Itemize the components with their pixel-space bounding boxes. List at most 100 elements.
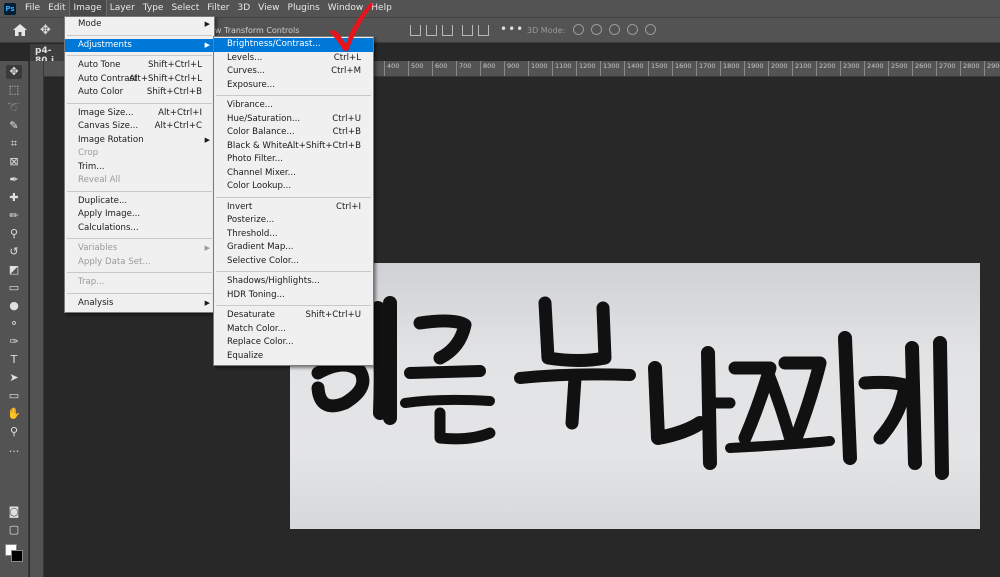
adjustments-item-levels[interactable]: Levels... Ctrl+L: [214, 52, 373, 66]
adjustments-item-desaturate[interactable]: Desaturate Shift+Ctrl+U: [214, 309, 373, 323]
ruler-tick-label: 400: [384, 61, 399, 76]
ruler-tick-label: 2500: [888, 61, 908, 76]
image-menu-item-auto-tone[interactable]: Auto Tone Shift+Ctrl+L: [65, 59, 214, 73]
adjustments-item-black-white[interactable]: Black & White... Alt+Shift+Ctrl+B: [214, 140, 373, 154]
adjustments-item-posterize[interactable]: Posterize...: [214, 214, 373, 228]
healing-brush-tool-icon[interactable]: ✚: [6, 191, 22, 205]
move-tool-icon[interactable]: ✥: [6, 65, 22, 79]
adjustments-item-selective-color[interactable]: Selective Color...: [214, 255, 373, 269]
image-menu-item-trim[interactable]: Trim...: [65, 161, 214, 175]
menu-view[interactable]: View: [254, 0, 283, 17]
clone-stamp-tool-icon[interactable]: ⚲: [6, 227, 22, 241]
dodge-tool-icon[interactable]: ⚬: [6, 317, 22, 331]
menu-item-label: Trap...: [78, 277, 105, 287]
menu-edit[interactable]: Edit: [44, 0, 69, 17]
image-menu-item-trap: Trap...: [65, 276, 214, 290]
menu-item-label: Variables: [78, 243, 118, 253]
show-transform-controls-label[interactable]: ow Transform Controls: [210, 26, 299, 35]
align-bottom-icon[interactable]: [442, 25, 453, 36]
menu-layer[interactable]: Layer: [106, 0, 139, 17]
image-menu-item-apply-data-set: Apply Data Set...: [65, 256, 214, 270]
menu-3d[interactable]: 3D: [234, 0, 255, 17]
eyedropper-tool-icon[interactable]: ✒: [6, 173, 22, 187]
menu-item-label: Image Size...: [78, 107, 134, 118]
adjustments-item-channel-mixer[interactable]: Channel Mixer...: [214, 167, 373, 181]
marquee-tool-icon[interactable]: ⬚: [6, 83, 22, 97]
menu-file[interactable]: File: [21, 0, 44, 17]
3d-scale-icon[interactable]: [645, 24, 656, 35]
menu-item-label: Channel Mixer...: [227, 167, 296, 178]
menu-select[interactable]: Select: [167, 0, 203, 17]
adjustments-item-vibrance[interactable]: Vibrance...: [214, 99, 373, 113]
image-menu-item-apply-image[interactable]: Apply Image...: [65, 208, 214, 222]
more-options-icon[interactable]: •••: [500, 22, 524, 36]
image-menu-item-duplicate[interactable]: Duplicate...: [65, 195, 214, 209]
3d-orbit-icon[interactable]: [573, 24, 584, 35]
menu-separator: [216, 271, 371, 272]
crop-tool-icon[interactable]: ⌗: [6, 137, 22, 151]
image-menu-item-adjustments[interactable]: Adjustments ▶: [65, 38, 214, 52]
type-tool-icon[interactable]: T: [6, 353, 22, 367]
align-vertical-center-icon[interactable]: [426, 25, 437, 36]
rectangle-tool-icon[interactable]: ▭: [6, 389, 22, 403]
hand-tool-icon[interactable]: ✋: [6, 407, 22, 421]
3d-roll-icon[interactable]: [591, 24, 602, 35]
canvas-image[interactable]: [290, 263, 980, 529]
image-menu-item-image-size[interactable]: Image Size... Alt+Ctrl+I: [65, 107, 214, 121]
image-menu-item-analysis[interactable]: Analysis ▶: [65, 297, 214, 311]
screen-mode-icon[interactable]: ▢: [6, 523, 22, 537]
adjustments-item-shadows-highlights[interactable]: Shadows/Highlights...: [214, 275, 373, 289]
quick-mask-icon[interactable]: ◙: [6, 505, 22, 519]
home-icon[interactable]: [12, 23, 28, 37]
3d-slide-icon[interactable]: [627, 24, 638, 35]
adjustments-item-photo-filter[interactable]: Photo Filter...: [214, 153, 373, 167]
adjustments-item-replace-color[interactable]: Replace Color...: [214, 336, 373, 350]
pen-tool-icon[interactable]: ✑: [6, 335, 22, 349]
menu-item-label: Reveal All: [78, 175, 121, 185]
image-menu-item-image-rotation[interactable]: Image Rotation ▶: [65, 134, 214, 148]
ruler-tick-label: 1500: [648, 61, 668, 76]
ruler-tick-label: 2100: [792, 61, 812, 76]
image-menu-item-reveal-all: Reveal All: [65, 174, 214, 188]
menu-type[interactable]: Type: [139, 0, 168, 17]
image-menu-item-auto-color[interactable]: Auto Color Shift+Ctrl+B: [65, 86, 214, 100]
quick-selection-tool-icon[interactable]: ✎: [6, 119, 22, 133]
path-selection-tool-icon[interactable]: ➤: [6, 371, 22, 385]
menu-image[interactable]: Image: [68, 0, 107, 18]
menu-item-shortcut: Alt+Shift+Ctrl+B: [287, 140, 361, 151]
blur-tool-icon[interactable]: ●: [6, 299, 22, 313]
align-right-icon[interactable]: [478, 25, 489, 36]
adjustments-item-hue-saturation[interactable]: Hue/Saturation... Ctrl+U: [214, 113, 373, 127]
background-color-swatch[interactable]: [11, 550, 23, 562]
3d-pan-icon[interactable]: [609, 24, 620, 35]
menu-item-label: Black & White...: [227, 140, 296, 151]
history-brush-tool-icon[interactable]: ↺: [6, 245, 22, 259]
adjustments-item-gradient-map[interactable]: Gradient Map...: [214, 241, 373, 255]
adjustments-item-color-lookup[interactable]: Color Lookup...: [214, 180, 373, 194]
calligraphy-artwork: [311, 296, 949, 480]
gradient-tool-icon[interactable]: ▭: [6, 281, 22, 295]
align-left-icon[interactable]: [462, 25, 473, 36]
adjustments-item-color-balance[interactable]: Color Balance... Ctrl+B: [214, 126, 373, 140]
align-top-icon[interactable]: [410, 25, 421, 36]
adjustments-item-match-color[interactable]: Match Color...: [214, 323, 373, 337]
frame-tool-icon[interactable]: ⊠: [6, 155, 22, 169]
image-menu-item-canvas-size[interactable]: Canvas Size... Alt+Ctrl+C: [65, 120, 214, 134]
adjustments-item-invert[interactable]: Invert Ctrl+I: [214, 201, 373, 215]
lasso-tool-icon[interactable]: ➰: [6, 101, 22, 115]
adjustments-item-hdr-toning[interactable]: HDR Toning...: [214, 289, 373, 303]
adjustments-item-exposure[interactable]: Exposure...: [214, 79, 373, 93]
eraser-tool-icon[interactable]: ◩: [6, 263, 22, 277]
adjustments-item-threshold[interactable]: Threshold...: [214, 228, 373, 242]
menu-plugins[interactable]: Plugins: [284, 0, 324, 17]
image-menu-item-mode[interactable]: Mode ▶: [65, 18, 214, 32]
adjustments-item-curves[interactable]: Curves... Ctrl+M: [214, 65, 373, 79]
image-menu-item-calculations[interactable]: Calculations...: [65, 222, 214, 236]
edit-toolbar-icon[interactable]: ···: [6, 445, 22, 459]
menu-filter[interactable]: Filter: [203, 0, 233, 17]
move-tool-icon[interactable]: ✥: [40, 23, 51, 38]
image-menu-item-auto-contrast[interactable]: Auto Contrast Alt+Shift+Ctrl+L: [65, 73, 214, 87]
brush-tool-icon[interactable]: ✏: [6, 209, 22, 223]
adjustments-item-equalize[interactable]: Equalize: [214, 350, 373, 364]
zoom-tool-icon[interactable]: ⚲: [6, 425, 22, 439]
